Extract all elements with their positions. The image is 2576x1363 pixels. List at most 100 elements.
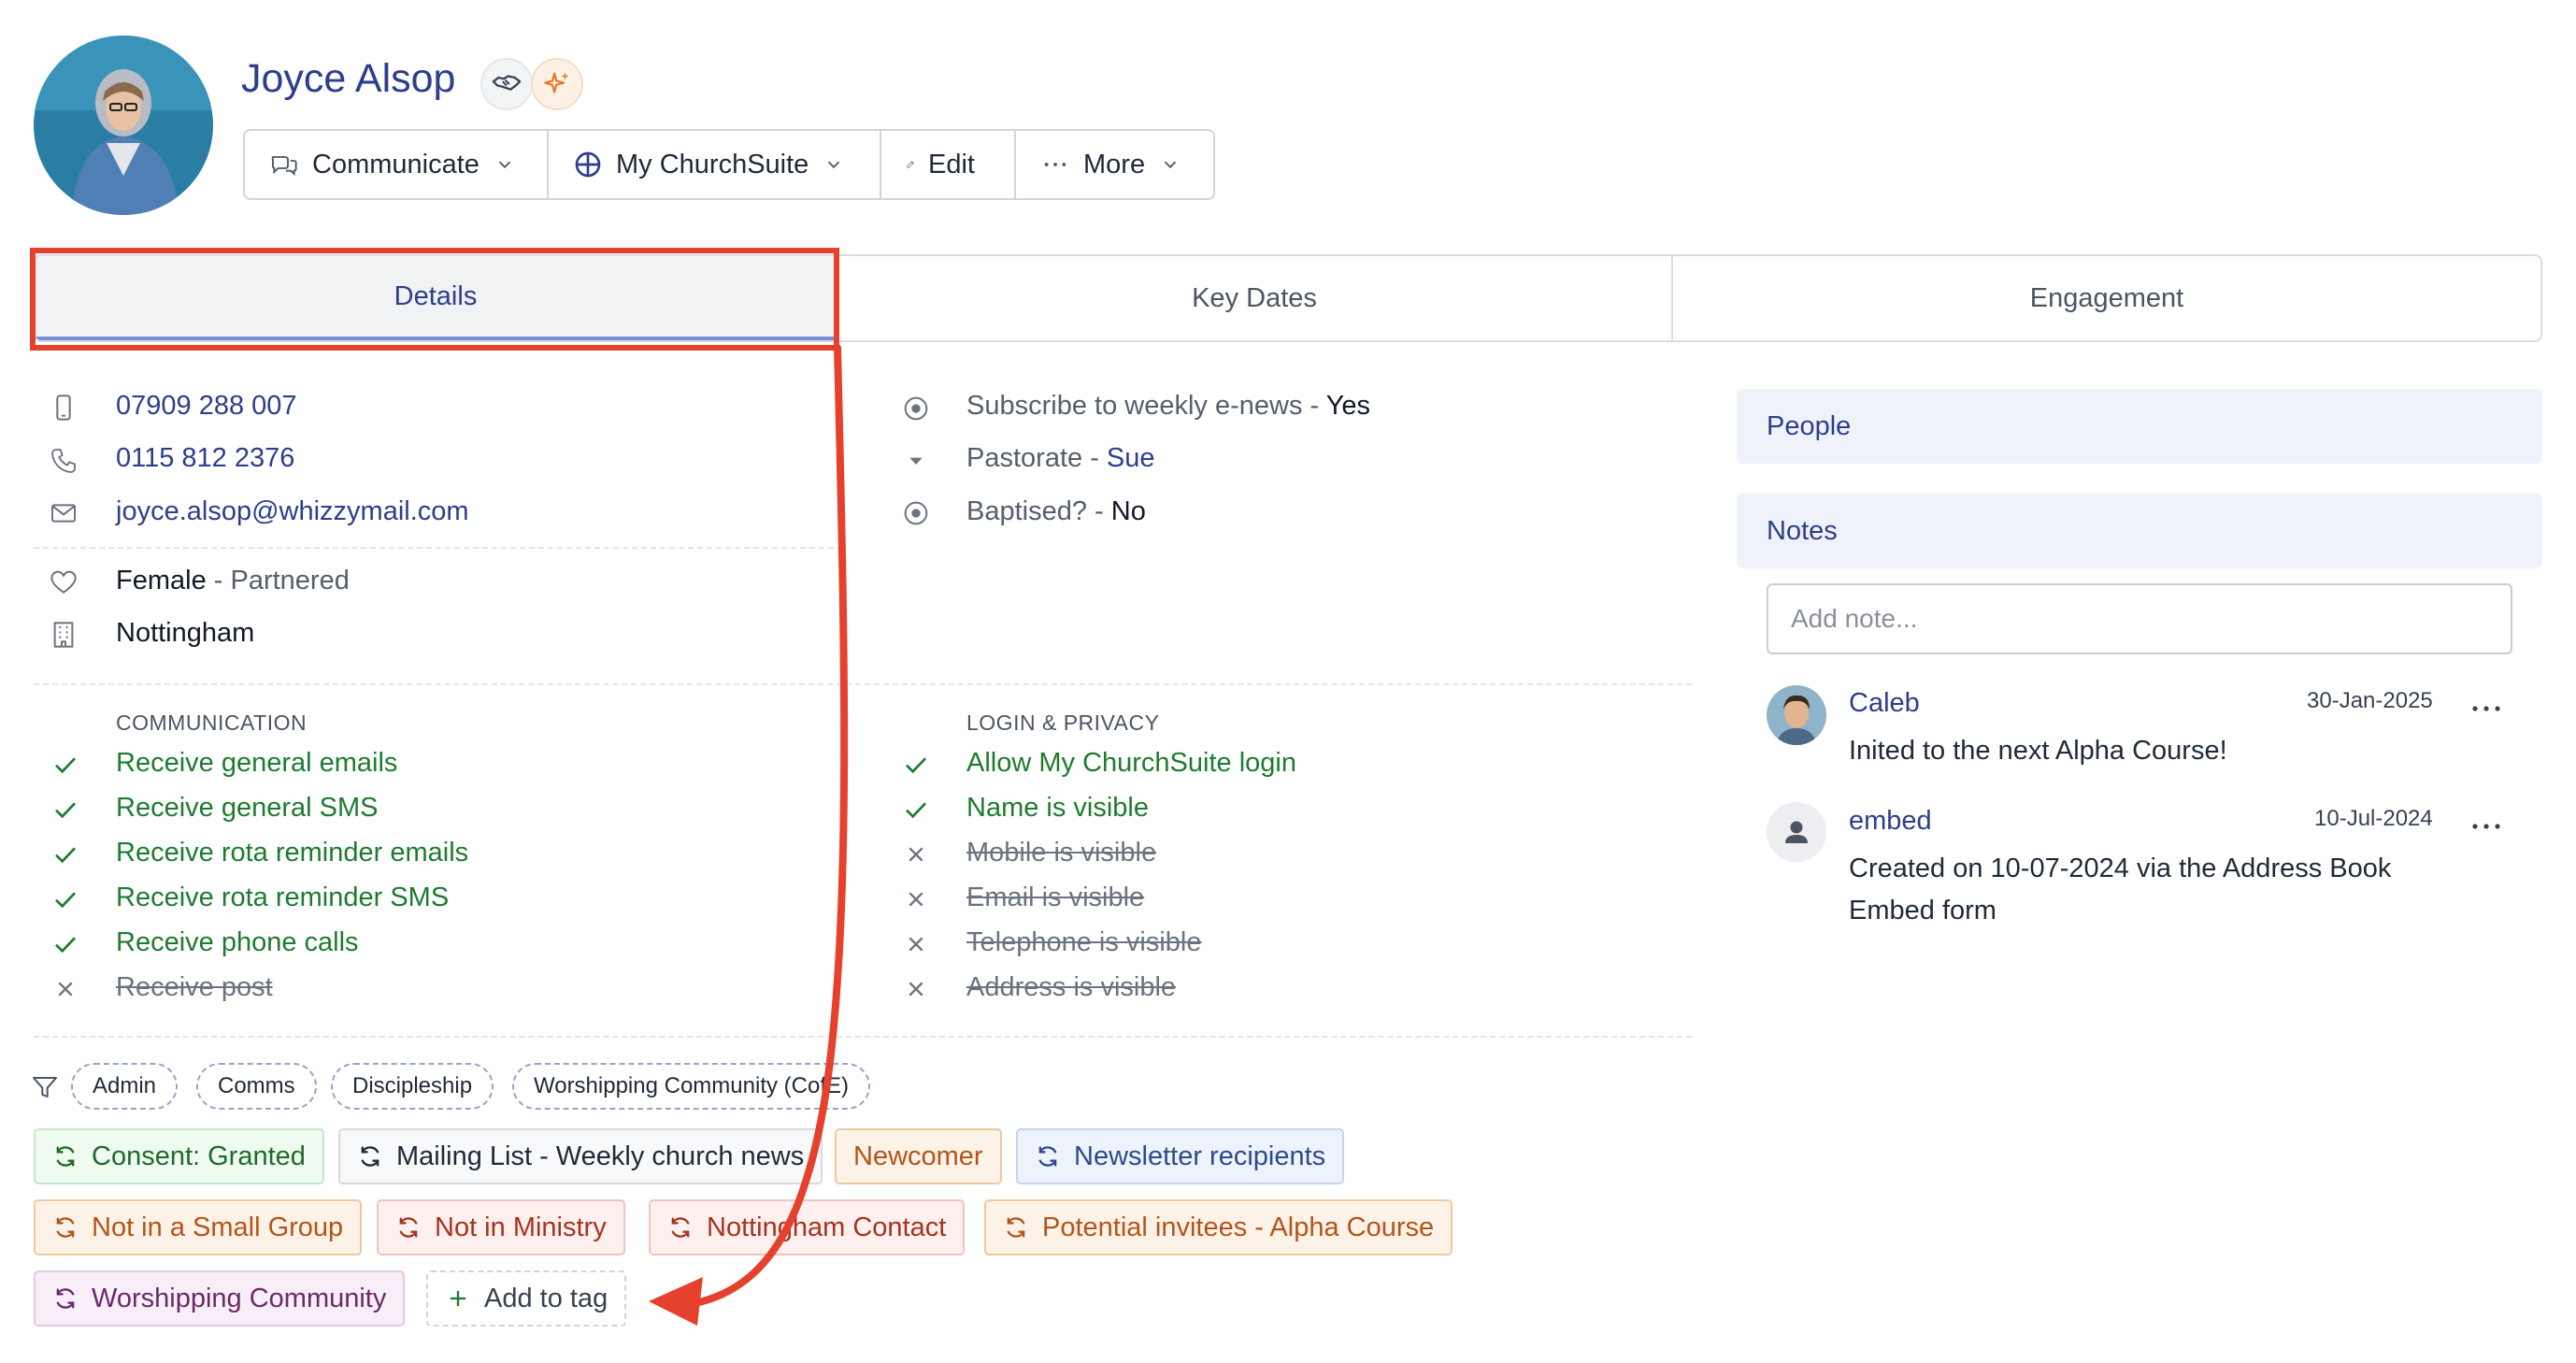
edit-button[interactable]: Edit bbox=[881, 131, 1016, 198]
privacy-item: Telephone is visible bbox=[966, 927, 1202, 957]
tag-label: Newcomer bbox=[853, 1141, 983, 1171]
cross-icon bbox=[901, 929, 931, 959]
cross-icon bbox=[50, 974, 80, 1004]
tag-worshipping-community[interactable]: Worshipping Community bbox=[34, 1270, 406, 1327]
mobile-number[interactable]: 07909 288 007 bbox=[116, 391, 297, 422]
sync-icon bbox=[1038, 1146, 1057, 1167]
field-separator: - bbox=[1082, 443, 1107, 473]
tag-nottingham-contact[interactable]: Nottingham Contact bbox=[649, 1199, 966, 1255]
check-icon bbox=[901, 795, 931, 825]
my-churchsuite-label: My ChurchSuite bbox=[616, 149, 809, 179]
tag-label: Consent: Granted bbox=[92, 1141, 306, 1171]
sync-icon bbox=[1007, 1217, 1025, 1238]
privacy-item: Name is visible bbox=[966, 793, 1149, 823]
communication-item: Receive rota reminder emails bbox=[116, 838, 469, 868]
email-address[interactable]: joyce.alsop@whizzymail.com bbox=[116, 496, 469, 527]
note-author-avatar bbox=[1767, 802, 1826, 862]
note-author[interactable]: embed bbox=[1849, 806, 1932, 837]
field-label: Pastorate bbox=[966, 443, 1083, 473]
note-text: Inited to the next Alpha Course! bbox=[1849, 736, 2227, 766]
more-button[interactable]: More bbox=[1016, 131, 1213, 198]
divider bbox=[34, 683, 1692, 685]
field-label: Subscribe to weekly e-news bbox=[966, 391, 1303, 421]
mobile-phone-icon bbox=[49, 393, 79, 423]
tab-engagement[interactable]: Engagement bbox=[1673, 256, 2540, 340]
add-to-tag-button[interactable]: Add to tag bbox=[426, 1270, 627, 1327]
filter-chip-discipleship[interactable]: Discipleship bbox=[331, 1063, 494, 1110]
note-author-avatar bbox=[1767, 685, 1826, 745]
custom-field-baptised: Baptised? - No bbox=[966, 496, 1146, 527]
site-name: Nottingham bbox=[116, 618, 255, 648]
tag-label: Newsletter recipients bbox=[1074, 1141, 1326, 1171]
sparkle-icon[interactable] bbox=[531, 58, 583, 110]
field-value: No bbox=[1110, 496, 1146, 526]
note-actions-icon[interactable] bbox=[2468, 699, 2505, 718]
tab-key-dates[interactable]: Key Dates bbox=[837, 256, 1673, 340]
marital-status: Partnered bbox=[230, 566, 350, 595]
sync-icon bbox=[56, 1146, 75, 1167]
check-icon bbox=[50, 884, 80, 914]
profile-avatar bbox=[34, 36, 213, 215]
chevron-down-icon bbox=[828, 161, 840, 169]
check-icon bbox=[50, 839, 80, 869]
tag-not-in-ministry[interactable]: Not in Ministry bbox=[377, 1199, 625, 1255]
tag-label: Potential invitees - Alpha Course bbox=[1042, 1212, 1435, 1242]
tag-label: Not in Ministry bbox=[435, 1212, 607, 1242]
communication-item: Receive rota reminder SMS bbox=[116, 882, 450, 912]
sync-icon bbox=[399, 1217, 418, 1238]
building-icon bbox=[49, 620, 79, 650]
handshake-icon[interactable] bbox=[480, 58, 533, 110]
details-tab-highlight bbox=[30, 248, 839, 351]
field-separator: - bbox=[1302, 391, 1326, 421]
custom-field-enews: Subscribe to weekly e-news - Yes bbox=[966, 391, 1370, 422]
tag-newsletter-recipients[interactable]: Newsletter recipients bbox=[1016, 1128, 1345, 1184]
communication-item: Receive general emails bbox=[116, 748, 398, 778]
sync-icon bbox=[361, 1146, 379, 1167]
tag-label: Worshipping Community bbox=[92, 1283, 387, 1313]
note-author[interactable]: Caleb bbox=[1849, 688, 1920, 719]
tag-potential-invitees[interactable]: Potential invitees - Alpha Course bbox=[984, 1199, 1453, 1255]
radio-icon bbox=[901, 498, 931, 528]
tag-mailing-list[interactable]: Mailing List - Weekly church news bbox=[338, 1128, 823, 1184]
privacy-item: Address is visible bbox=[966, 972, 1177, 1002]
check-icon bbox=[901, 750, 931, 780]
people-panel-header[interactable]: People bbox=[1737, 389, 2542, 464]
divider bbox=[34, 1036, 1692, 1038]
tag-consent-granted[interactable]: Consent: Granted bbox=[34, 1128, 324, 1184]
note-actions-icon[interactable] bbox=[2468, 817, 2505, 836]
field-separator: - bbox=[1087, 496, 1111, 526]
sex: Female bbox=[116, 566, 207, 595]
tag-newcomer[interactable]: Newcomer bbox=[835, 1128, 1002, 1184]
telephone-number[interactable]: 0115 812 2376 bbox=[116, 443, 294, 474]
filter-chip-worshipping-community[interactable]: Worshipping Community (CofE) bbox=[512, 1063, 870, 1110]
filter-chip-comms[interactable]: Comms bbox=[196, 1063, 317, 1110]
ellipsis-icon bbox=[1044, 163, 1066, 166]
communication-heading: COMMUNICATION bbox=[116, 710, 308, 735]
communication-item: Receive post bbox=[116, 972, 273, 1002]
note-text-line-2: Embed form bbox=[1849, 896, 1996, 925]
sync-icon bbox=[671, 1217, 690, 1238]
field-value[interactable]: Sue bbox=[1107, 443, 1155, 473]
cross-icon bbox=[901, 839, 931, 869]
my-churchsuite-button[interactable]: My ChurchSuite bbox=[549, 131, 881, 198]
communicate-button[interactable]: Communicate bbox=[245, 131, 549, 198]
add-note-input[interactable] bbox=[1767, 583, 2512, 654]
privacy-item: Mobile is visible bbox=[966, 838, 1157, 868]
field-label: Baptised? bbox=[966, 496, 1087, 526]
privacy-item: Allow My ChurchSuite login bbox=[966, 748, 1296, 778]
tag-label: Not in a Small Group bbox=[92, 1212, 344, 1242]
notes-panel-header[interactable]: Notes bbox=[1737, 494, 2542, 568]
tag-label: Nottingham Contact bbox=[707, 1212, 947, 1242]
marital-separator: - bbox=[206, 566, 231, 595]
cross-icon bbox=[901, 974, 931, 1004]
filter-chip-admin[interactable]: Admin bbox=[71, 1063, 179, 1110]
more-label: More bbox=[1083, 149, 1146, 179]
note-date: 10-Jul-2024 bbox=[2314, 806, 2433, 831]
tag-not-in-small-group[interactable]: Not in a Small Group bbox=[34, 1199, 363, 1255]
caret-down-icon bbox=[901, 446, 931, 476]
check-icon bbox=[50, 929, 80, 959]
filter-icon[interactable] bbox=[30, 1072, 60, 1102]
communicate-label: Communicate bbox=[312, 149, 479, 179]
heart-icon bbox=[49, 567, 79, 597]
privacy-item: Email is visible bbox=[966, 882, 1145, 912]
